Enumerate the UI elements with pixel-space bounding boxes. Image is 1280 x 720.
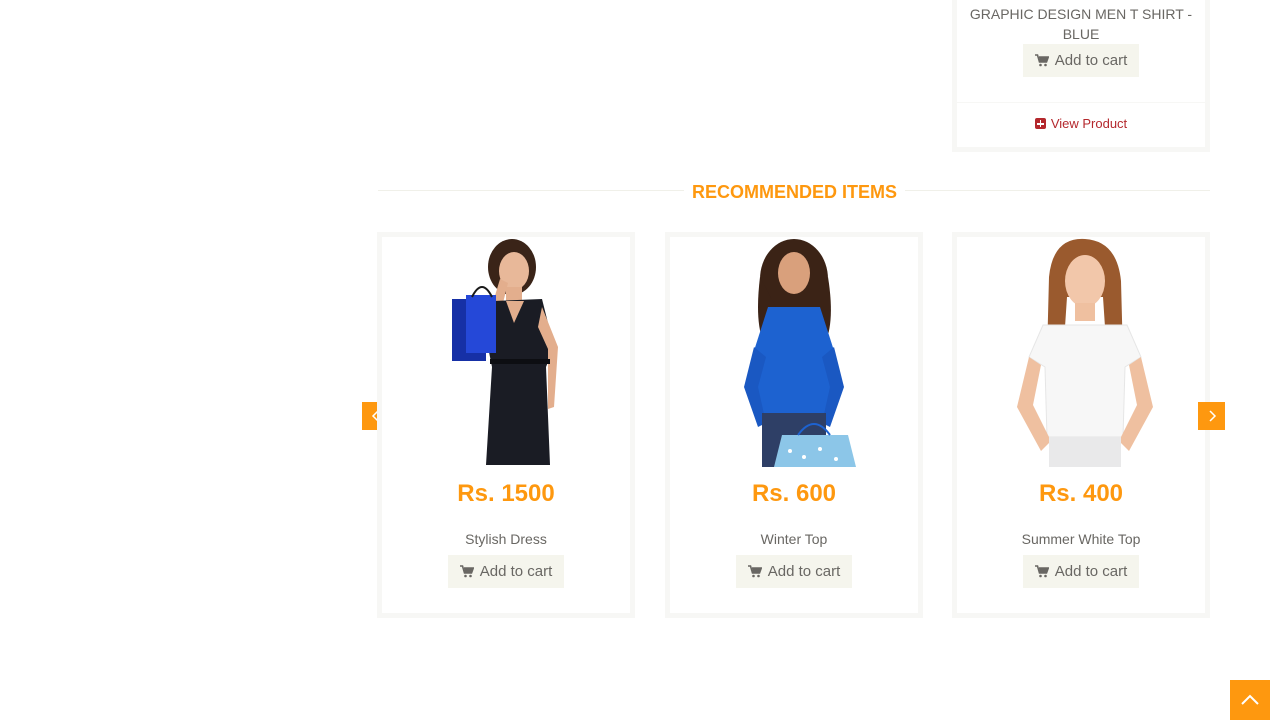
add-to-cart-button[interactable]: Add to cart: [1023, 44, 1139, 77]
product-image[interactable]: [957, 237, 1205, 467]
view-product-label: View Product: [1050, 116, 1128, 131]
product-price: Rs. 600: [751, 480, 837, 507]
section-title: RECOMMENDED ITEMS: [684, 181, 906, 203]
product-name: Stylish Dress: [465, 531, 547, 547]
shopping-cart-icon: [747, 565, 762, 578]
chevron-up-icon: [1241, 694, 1259, 705]
carousel-next-button[interactable]: [1198, 402, 1225, 430]
recommended-item-card: Rs. 1500 Stylish Dress Add to cart: [377, 232, 635, 618]
product-name: Summer White Top: [1021, 531, 1141, 547]
add-to-cart-label: Add to cart: [479, 563, 553, 580]
product-price: Rs. 1500: [457, 480, 555, 507]
add-to-cart-label: Add to cart: [1054, 52, 1128, 69]
plus-square-icon: [1034, 118, 1046, 129]
shopping-cart-icon: [1034, 565, 1049, 578]
product-name: GRAPHIC DESIGN MEN T SHIRT - BLUE: [969, 6, 1193, 42]
add-to-cart-label: Add to cart: [767, 563, 841, 580]
add-to-cart-label: Add to cart: [1054, 563, 1128, 580]
view-product-link[interactable]: View Product: [957, 116, 1205, 131]
product-image[interactable]: [382, 237, 630, 467]
chevron-right-icon: [1208, 410, 1216, 422]
add-to-cart-button[interactable]: Add to cart: [448, 555, 564, 588]
scroll-to-top-button[interactable]: [1230, 680, 1270, 720]
recommended-item-card: Rs. 600 Winter Top Add to cart: [665, 232, 923, 618]
shopping-cart-icon: [459, 565, 474, 578]
shopping-cart-icon: [1034, 54, 1049, 67]
product-card-top: GRAPHIC DESIGN MEN T SHIRT - BLUE Add to…: [952, 0, 1210, 152]
card-divider: [957, 102, 1205, 103]
recommended-item-card: Rs. 400 Summer White Top Add to cart: [952, 232, 1210, 618]
add-to-cart-button[interactable]: Add to cart: [736, 555, 852, 588]
product-image[interactable]: [670, 237, 918, 467]
product-name: Winter Top: [760, 531, 828, 547]
add-to-cart-button[interactable]: Add to cart: [1023, 555, 1139, 588]
product-price: Rs. 400: [1038, 480, 1124, 507]
